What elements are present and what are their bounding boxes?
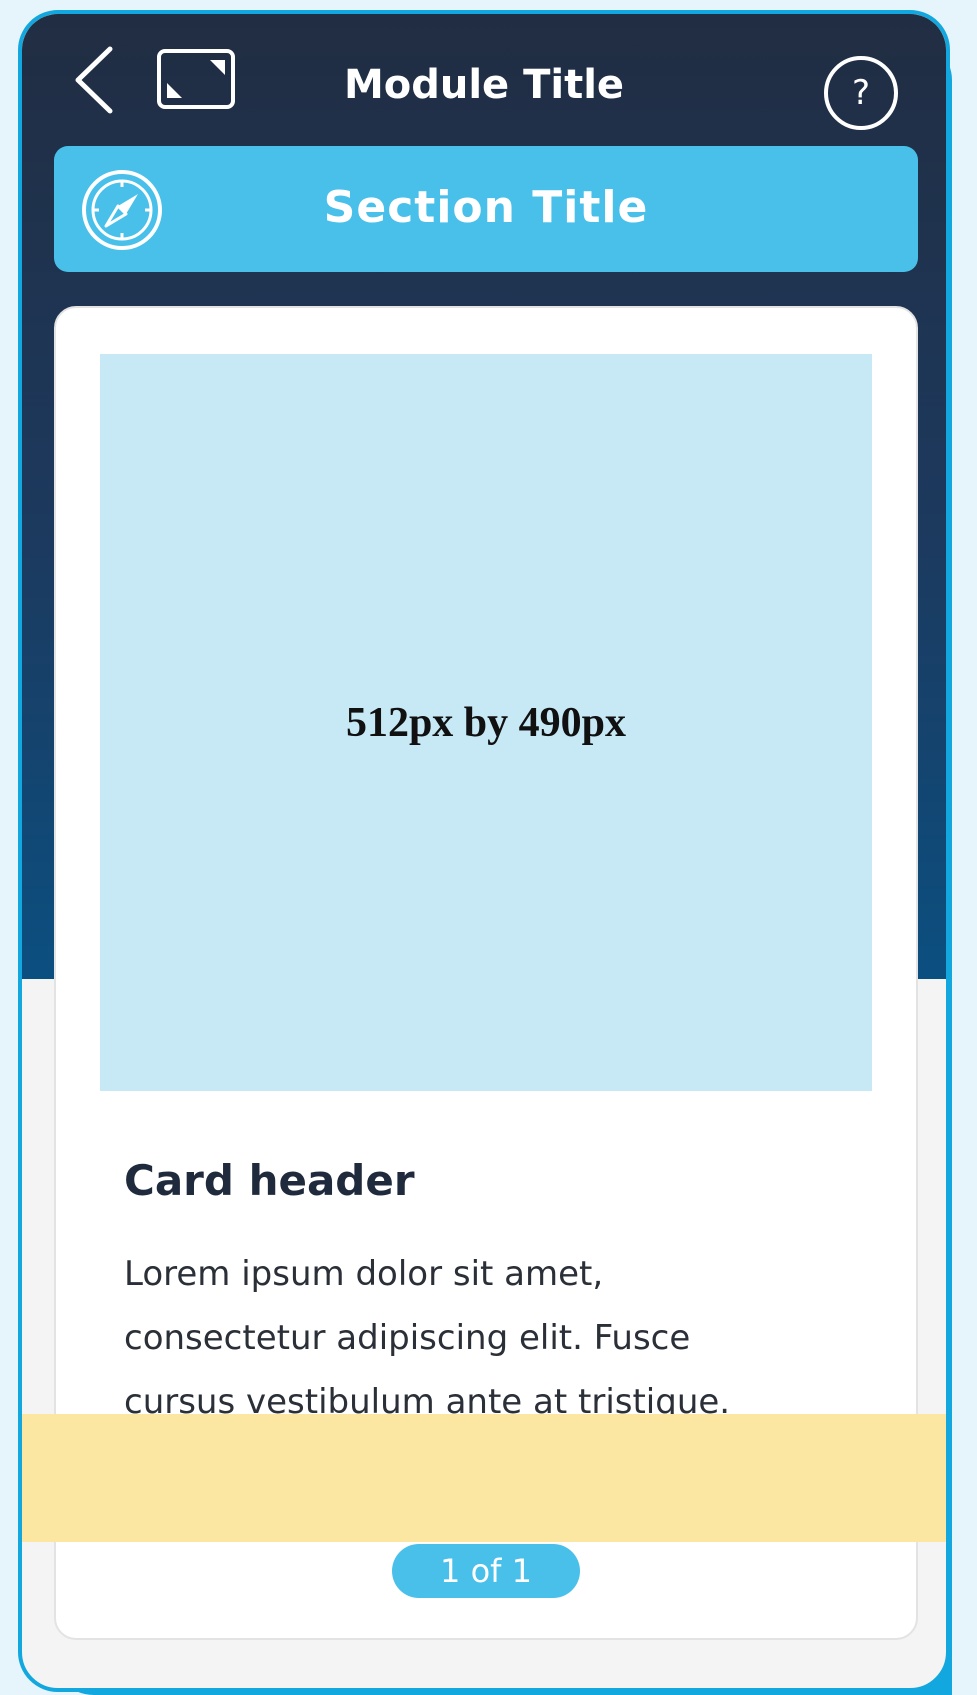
back-chevron-icon — [75, 46, 113, 114]
module-title: Module Title — [343, 62, 625, 108]
back-button[interactable] — [66, 42, 122, 118]
highlight-band — [22, 1414, 946, 1542]
help-icon: ? — [851, 73, 871, 113]
card-header: Card header — [124, 1156, 415, 1205]
section-title: Section Title — [323, 182, 649, 233]
help-button[interactable]: ? — [824, 56, 898, 130]
device-screen: Module Title ? Section Title 512px by 49… — [18, 10, 950, 1692]
section-bar: Section Title — [54, 146, 918, 272]
top-bar: Module Title ? — [22, 14, 946, 146]
card-body-text: Lorem ipsum dolor sit amet, consectetur … — [124, 1254, 731, 1422]
image-placeholder: 512px by 490px — [100, 354, 872, 1091]
image-placeholder-text: 512px by 490px — [345, 699, 627, 746]
pagination-indicator: 1 of 1 — [392, 1544, 580, 1598]
